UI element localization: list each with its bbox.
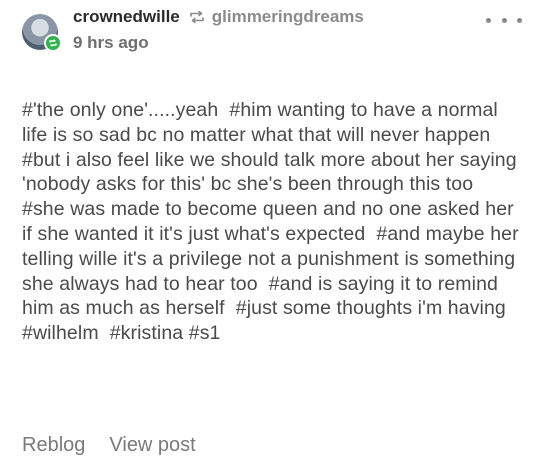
tag-link[interactable]: #wilhelm [22, 322, 99, 344]
reblog-button[interactable]: Reblog [22, 432, 85, 458]
post-tags: #'the only one'.....yeah #him wanting to… [22, 98, 522, 346]
tag-link[interactable]: #just some thoughts i'm having [236, 297, 506, 319]
tag-link[interactable]: #kristina [110, 322, 184, 344]
tumblr-post: crownedwille glimmeringdreams 9 hrs ago … [0, 0, 540, 468]
author-name[interactable]: crownedwille [73, 6, 180, 28]
more-options-icon[interactable] [486, 12, 522, 28]
post-timestamp[interactable]: 9 hrs ago [73, 32, 149, 54]
tag-link[interactable]: #s1 [189, 322, 221, 344]
avatar[interactable] [22, 14, 62, 54]
post-footer: Reblog View post [22, 432, 196, 458]
more-dot [517, 17, 522, 23]
reblog-source-name[interactable]: glimmeringdreams [212, 6, 364, 28]
post-header: crownedwille glimmeringdreams [73, 6, 364, 28]
more-dot [486, 17, 491, 23]
tag-link[interactable]: #'the only one'.....yeah [22, 99, 218, 121]
more-dot [501, 17, 507, 23]
reblog-icon [189, 10, 205, 24]
tag-link[interactable]: #but i also feel like we should talk mor… [22, 149, 517, 196]
view-post-button[interactable]: View post [109, 432, 195, 458]
reblog-badge-icon [44, 34, 62, 52]
